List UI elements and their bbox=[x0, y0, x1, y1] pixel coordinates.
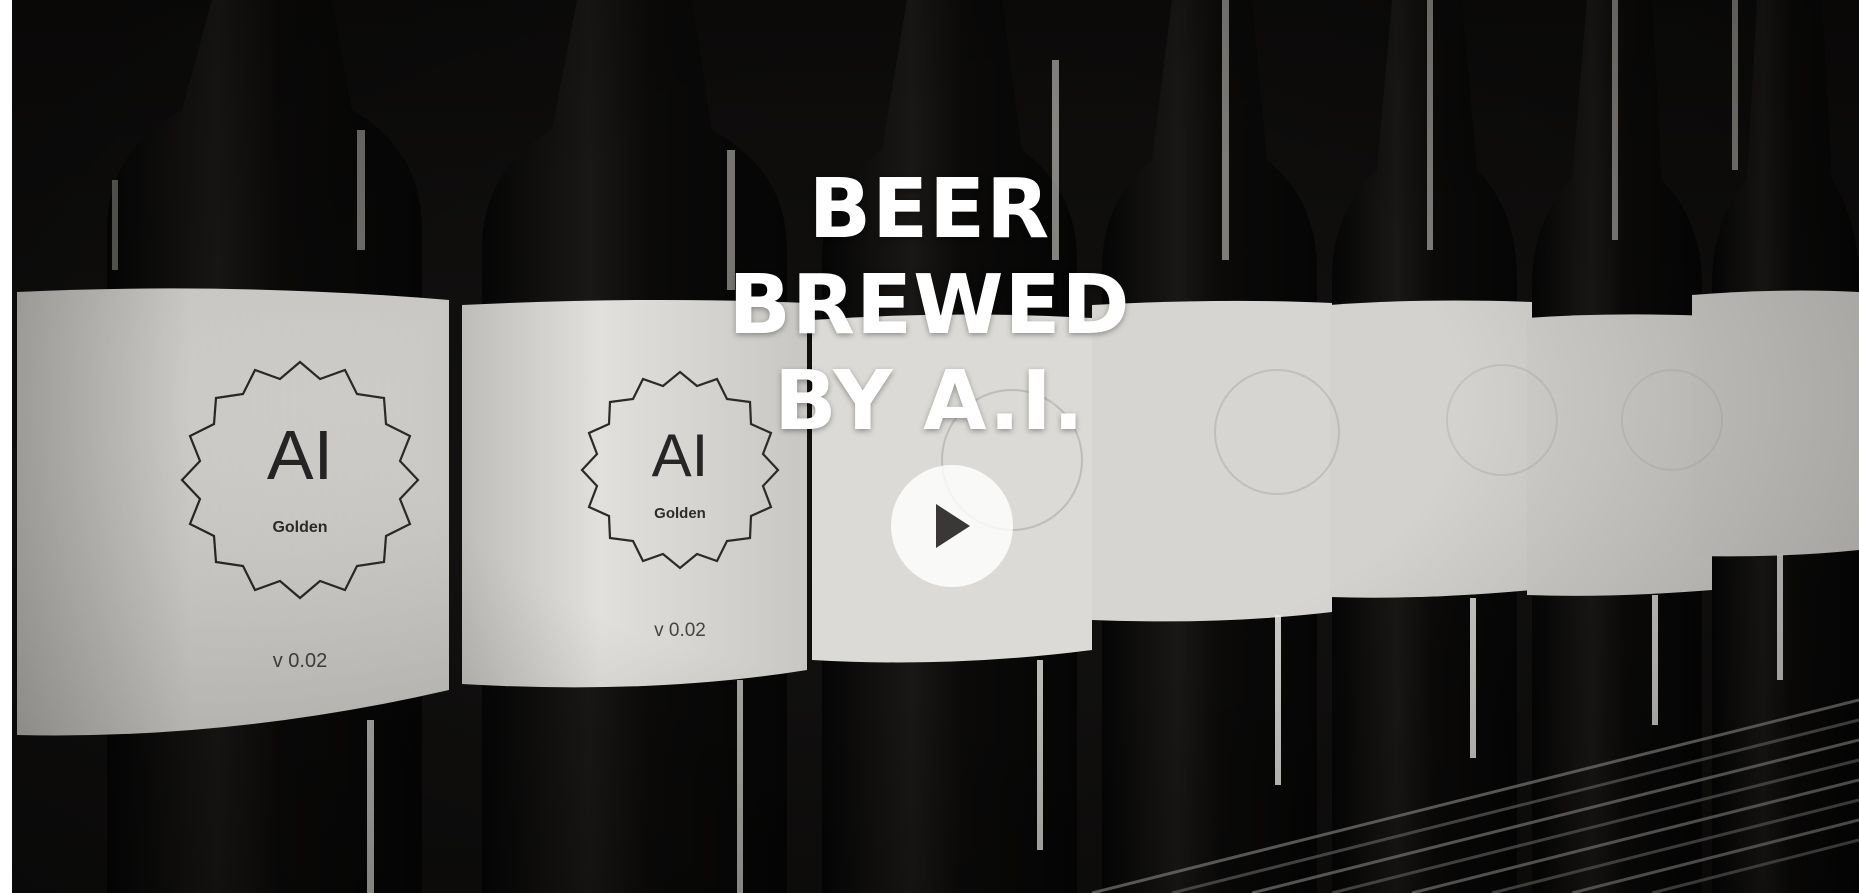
label-variant-2: Golden bbox=[654, 505, 706, 522]
headline-line-3: BY A.I. bbox=[774, 354, 1085, 449]
play-video-button[interactable] bbox=[891, 465, 1013, 587]
label-variant-1: Golden bbox=[272, 519, 328, 536]
headline-line-1: BEER bbox=[808, 162, 1051, 257]
hero-headline: BEER BREWED BY A.I. bbox=[12, 162, 1859, 450]
headline-line-2: BREWED bbox=[728, 258, 1131, 353]
play-icon bbox=[936, 504, 970, 548]
label-version-2: v 0.02 bbox=[654, 620, 706, 641]
hero-section: AI Golden v 0.02 AI Golden v 0.02 BEER B… bbox=[12, 0, 1859, 893]
label-version-1: v 0.02 bbox=[272, 650, 328, 672]
